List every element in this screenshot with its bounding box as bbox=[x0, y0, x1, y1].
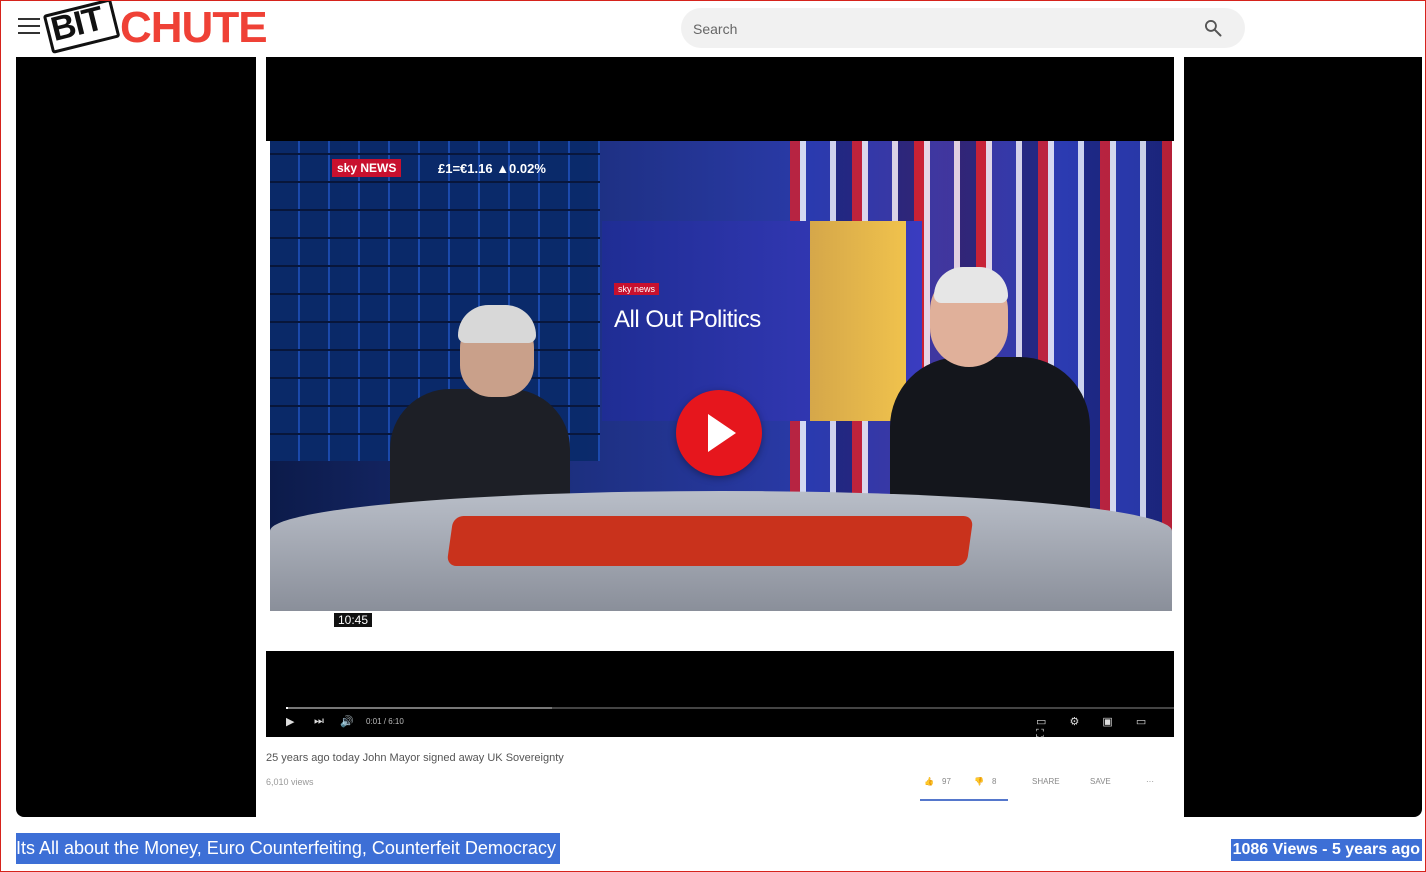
video-player[interactable]: sky NEWS £1=€1.16 ▲0.02% sky news All Ou… bbox=[16, 57, 1422, 817]
hamburger-menu-icon[interactable] bbox=[18, 18, 40, 36]
embedded-volume-icon: 🔊 bbox=[340, 716, 354, 728]
lower-third-bar bbox=[270, 611, 1172, 651]
more-icon: ··· bbox=[1146, 777, 1154, 786]
video-views-date: 1086 Views - 5 years ago bbox=[1230, 839, 1422, 861]
embedded-player-controls: ▶ ⏭ 🔊 0:01 / 6:10 ▭ ⚙ ▣ ▭ ⛶ bbox=[266, 651, 1174, 740]
search-input[interactable] bbox=[691, 14, 1175, 44]
news-studio-scene: sky NEWS £1=€1.16 ▲0.02% sky news All Ou… bbox=[270, 141, 1172, 611]
embedded-settings-icons: ▭ ⚙ ▣ ▭ ⛶ bbox=[1036, 716, 1157, 740]
play-icon bbox=[708, 414, 736, 452]
embedded-video-title: 25 years ago today John Mayor signed awa… bbox=[266, 752, 564, 764]
share-label: SHARE bbox=[1032, 777, 1060, 786]
search-box bbox=[681, 8, 1245, 48]
bitchute-logo[interactable]: BIT CHUTE bbox=[42, 0, 290, 54]
play-button[interactable] bbox=[676, 390, 762, 476]
like-ratio-bar bbox=[920, 799, 1008, 801]
program-title: All Out Politics bbox=[614, 306, 761, 333]
video-title: Its All about the Money, Euro Counterfei… bbox=[16, 833, 560, 864]
currency-ticker: £1=€1.16 ▲0.02% bbox=[438, 161, 546, 176]
like-icon: 👍 bbox=[924, 777, 934, 786]
search-icon[interactable] bbox=[1203, 18, 1223, 38]
dislike-icon: 👎 bbox=[974, 777, 984, 786]
embedded-actions: 👍 97 👎 8 SHARE SAVE ··· bbox=[924, 777, 1164, 791]
embedded-play-icon: ▶ bbox=[286, 716, 295, 728]
dislike-count: 8 bbox=[992, 777, 997, 786]
save-label: SAVE bbox=[1090, 777, 1111, 786]
top-bar: BIT CHUTE bbox=[0, 0, 1426, 56]
embedded-progress-bar bbox=[286, 707, 1174, 709]
embedded-view-count: 6,010 views bbox=[266, 777, 314, 787]
embedded-next-icon: ⏭ bbox=[314, 715, 324, 727]
like-count: 97 bbox=[942, 777, 951, 786]
embedded-player-top bbox=[266, 57, 1174, 141]
logo-chute: CHUTE bbox=[120, 3, 268, 52]
logo-bit: BIT bbox=[42, 0, 121, 54]
embedded-time: 0:01 / 6:10 bbox=[366, 717, 404, 726]
broadcast-clock: 10:45 bbox=[334, 613, 373, 627]
sky-news-logo: sky NEWS bbox=[332, 159, 402, 177]
panel-logo: sky news bbox=[614, 283, 660, 295]
